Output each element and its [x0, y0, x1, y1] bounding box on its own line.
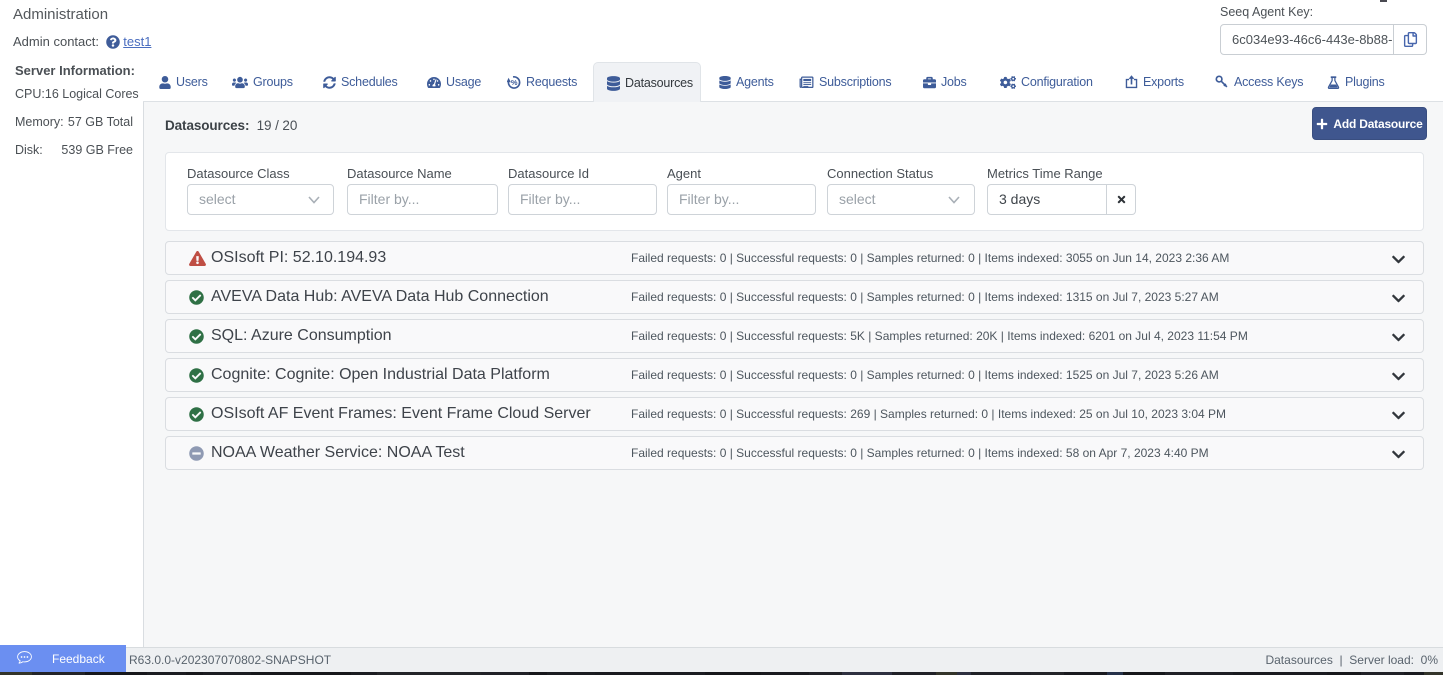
svg-text:%: %	[511, 78, 518, 87]
